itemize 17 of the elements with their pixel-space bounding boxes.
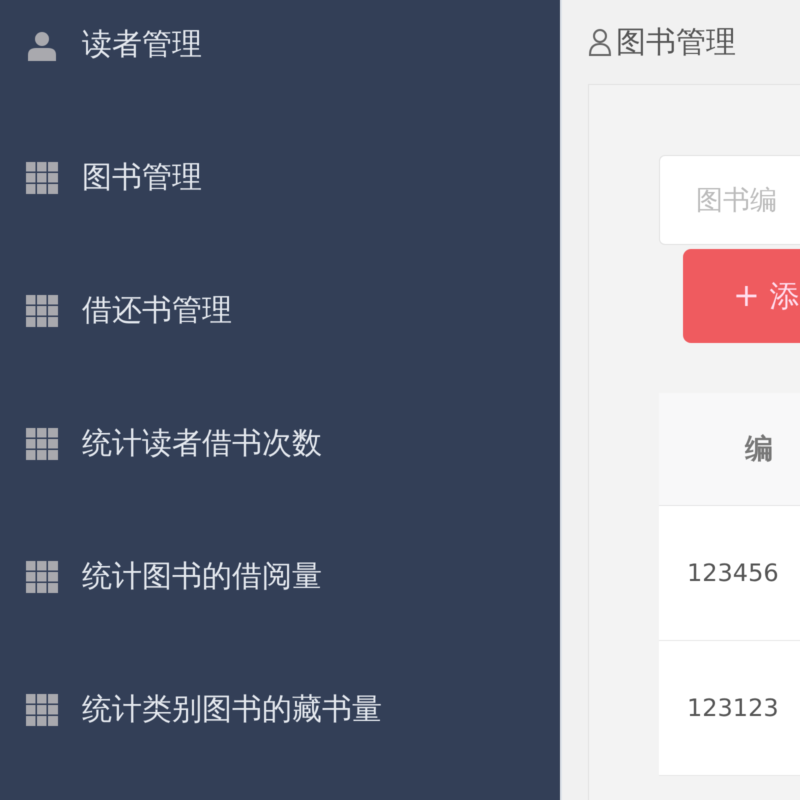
column-header: 编 (659, 393, 800, 506)
sidebar-item[interactable]: 统计图书的借阅量 (0, 510, 560, 643)
table-cell-text: 123123 (686, 694, 779, 722)
sidebar-item[interactable]: 借还书管理 (0, 244, 560, 377)
grid-icon (26, 294, 58, 326)
search-field[interactable]: 图书编 (659, 155, 800, 245)
sidebar-item[interactable]: 读者管理 (0, 0, 560, 111)
grid-icon (26, 560, 58, 592)
sidebar-item[interactable]: 统计类别图书的藏书量 (0, 643, 560, 776)
grid-icon (26, 162, 58, 194)
breadcrumb-title: 图书管理 (616, 24, 736, 62)
table-cell-text: 123456 (686, 559, 779, 587)
grid-icon (26, 428, 58, 460)
grid-icon (26, 694, 58, 726)
sidebar-item[interactable]: 统计读者借书次数 (0, 377, 560, 510)
person-icon (588, 27, 612, 57)
sidebar-item[interactable]: 图书管理 (0, 111, 560, 244)
